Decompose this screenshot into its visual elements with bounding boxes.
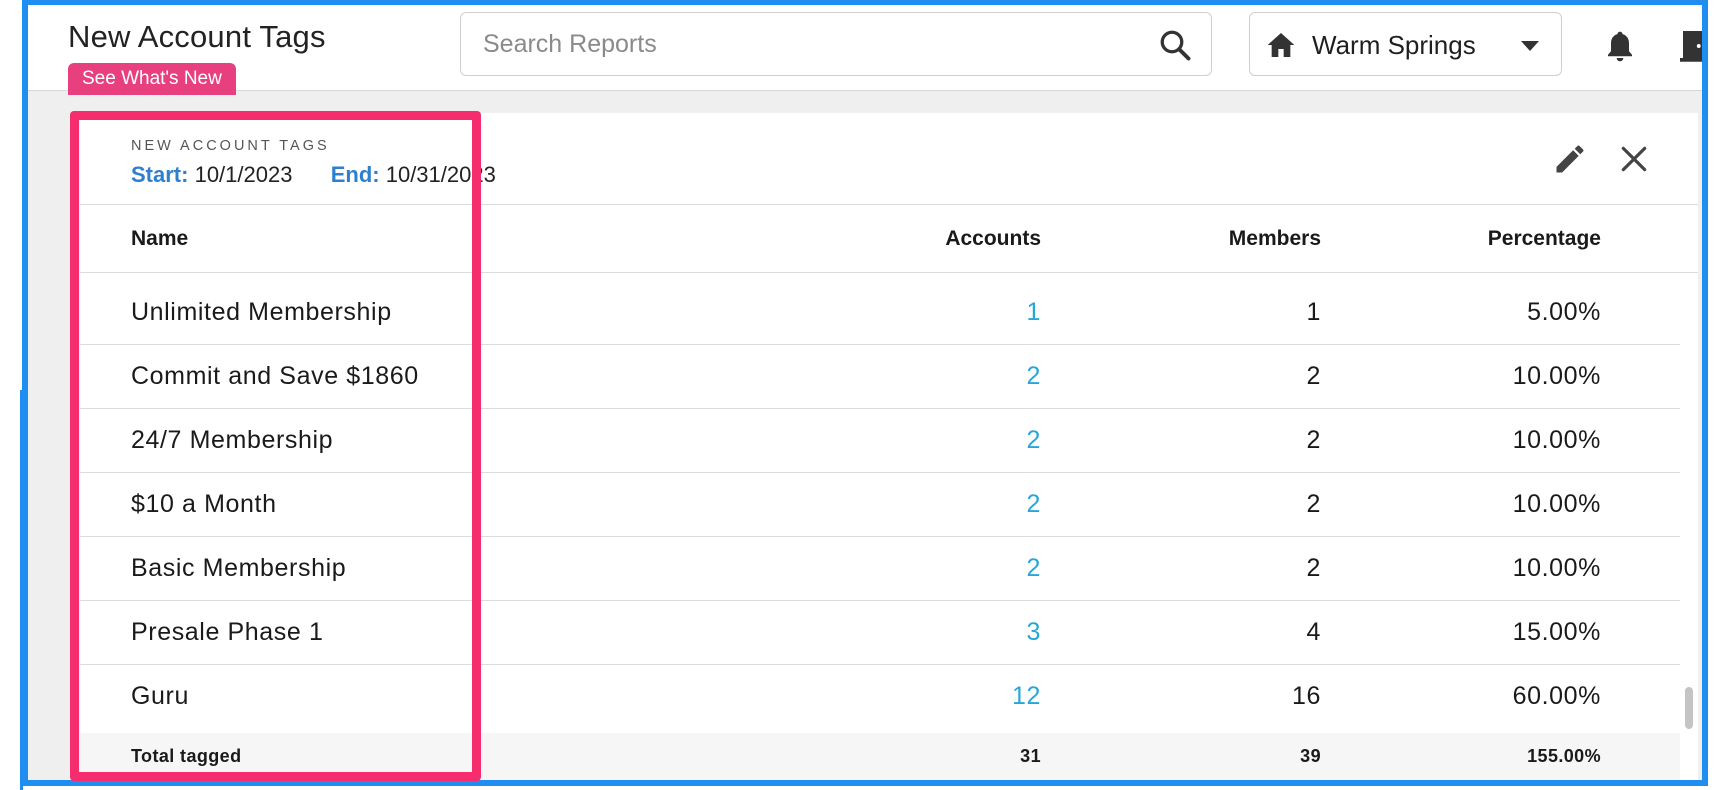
members-value: 16 (1291, 682, 1321, 710)
members-value: 4 (1306, 618, 1321, 646)
tag-name: Commit and Save $1860 (131, 362, 419, 390)
accounts-link[interactable]: 2 (1026, 490, 1041, 519)
members-value: 2 (1306, 554, 1321, 582)
total-members: 39 (1300, 746, 1321, 766)
table-row: $10 a Month 2 2 10.00% (80, 473, 1680, 537)
report-card: NEW ACCOUNT TAGS Start: 10/1/2023 End: 1… (80, 113, 1698, 780)
table-row: Commit and Save $1860 2 2 10.00% (80, 345, 1680, 409)
door-icon[interactable] (1680, 27, 1708, 65)
bell-icon[interactable] (1602, 27, 1638, 65)
page-title: New Account Tags (68, 19, 326, 54)
search-box[interactable] (460, 12, 1212, 76)
total-accounts: 31 (1020, 746, 1041, 766)
accounts-link[interactable]: 2 (1026, 426, 1041, 455)
close-icon[interactable] (1618, 143, 1650, 175)
app-window: New Account Tags See What's New Warm Spr… (22, 0, 1708, 786)
report-title: NEW ACCOUNT TAGS (131, 138, 330, 154)
percentage-value: 10.00% (1512, 490, 1601, 518)
column-header-members[interactable]: Members (1229, 227, 1321, 251)
start-label: Start: (131, 162, 189, 187)
members-value: 1 (1306, 298, 1321, 326)
accounts-link[interactable]: 1 (1026, 298, 1041, 327)
home-icon (1267, 33, 1295, 57)
table-row: Basic Membership 2 2 10.00% (80, 537, 1680, 601)
see-whats-new-button[interactable]: See What's New (68, 63, 236, 95)
column-header-name[interactable]: Name (131, 227, 188, 251)
table-body: Unlimited Membership 1 1 5.00% Commit an… (80, 281, 1680, 729)
percentage-value: 5.00% (1527, 298, 1601, 326)
report-header: NEW ACCOUNT TAGS Start: 10/1/2023 End: 1… (80, 113, 1698, 205)
column-header-percentage[interactable]: Percentage (1488, 227, 1601, 251)
accounts-link[interactable]: 2 (1026, 554, 1041, 583)
accounts-link[interactable]: 12 (1012, 682, 1041, 711)
percentage-value: 15.00% (1512, 618, 1601, 646)
total-percentage: 155.00% (1527, 746, 1601, 766)
accounts-link[interactable]: 3 (1026, 618, 1041, 647)
left-margin (0, 0, 23, 790)
members-value: 2 (1306, 490, 1321, 518)
end-date: 10/31/2023 (385, 162, 496, 187)
total-label: Total tagged (131, 746, 242, 766)
members-value: 2 (1306, 426, 1321, 454)
tag-name: Unlimited Membership (131, 298, 392, 326)
end-label: End: (330, 162, 380, 187)
members-value: 2 (1306, 362, 1321, 390)
percentage-value: 10.00% (1512, 362, 1601, 390)
percentage-value: 10.00% (1512, 554, 1601, 582)
search-icon[interactable] (1157, 27, 1193, 63)
date-range: Start: 10/1/2023 End: 10/31/2023 (131, 162, 496, 188)
location-label: Warm Springs (1312, 30, 1476, 60)
tag-name: $10 a Month (131, 490, 277, 518)
top-bar: New Account Tags See What's New Warm Spr… (28, 5, 1702, 95)
accounts-link[interactable]: 2 (1026, 362, 1041, 391)
column-header-accounts[interactable]: Accounts (945, 227, 1041, 251)
search-input[interactable] (483, 27, 1143, 61)
tag-name: Presale Phase 1 (131, 618, 324, 646)
table-row: Presale Phase 1 3 4 15.00% (80, 601, 1680, 665)
tag-name: 24/7 Membership (131, 426, 334, 454)
table-row: 24/7 Membership 2 2 10.00% (80, 409, 1680, 473)
scrollbar-thumb[interactable] (1685, 687, 1693, 729)
tag-name: Guru (131, 682, 189, 710)
table-row: Guru 12 16 60.00% (80, 665, 1680, 729)
location-selector[interactable]: Warm Springs (1249, 12, 1562, 76)
start-date: 10/1/2023 (194, 162, 293, 187)
chevron-down-icon (1521, 41, 1539, 51)
tag-name: Basic Membership (131, 554, 347, 582)
table-row: Unlimited Membership 1 1 5.00% (80, 281, 1680, 345)
table-header: Name Accounts Members Percentage (80, 205, 1698, 273)
percentage-value: 10.00% (1512, 426, 1601, 454)
total-row: Total tagged 31 39 155.00% (80, 733, 1680, 780)
percentage-value: 60.00% (1512, 682, 1601, 710)
edit-icon[interactable] (1552, 141, 1588, 177)
